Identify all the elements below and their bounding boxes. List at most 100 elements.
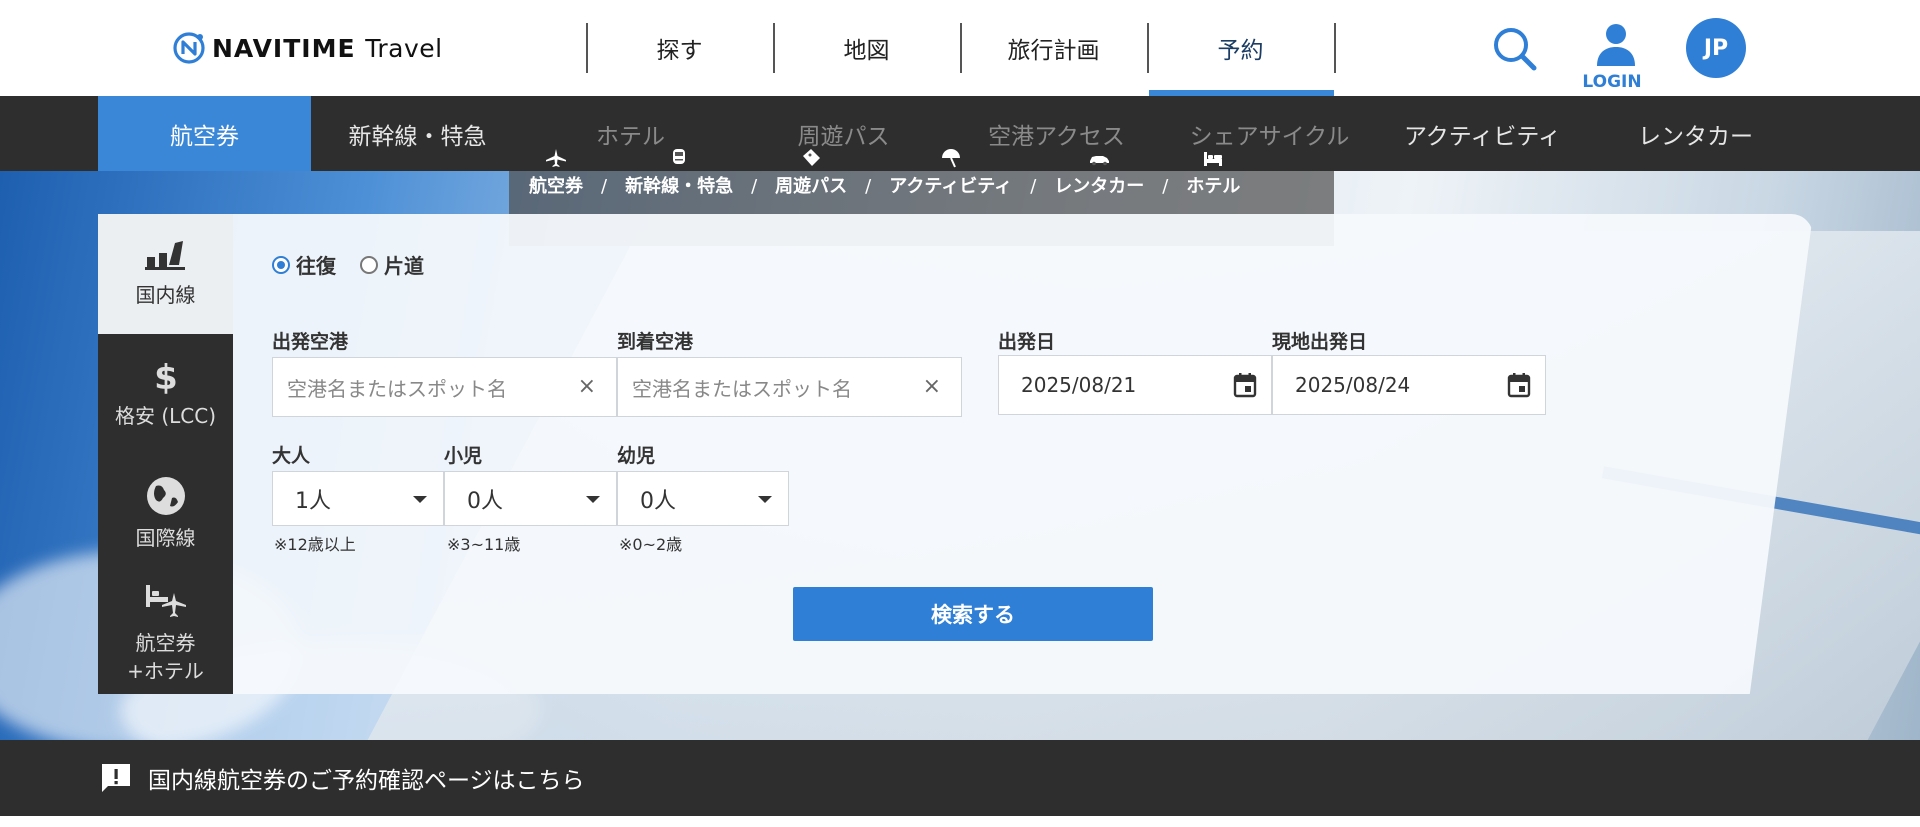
infant-count-select[interactable]: 0人 xyxy=(617,471,789,526)
tab-domestic[interactable]: 国内線 xyxy=(98,214,233,334)
sub-nav-item-activity[interactable]: アクティビティ xyxy=(1376,96,1589,171)
language-button[interactable]: JP xyxy=(1686,18,1746,78)
dropdown-separator: / xyxy=(1030,176,1037,197)
departure-date-value: 2025/08/21 xyxy=(1021,373,1137,397)
bed-icon xyxy=(1204,152,1223,166)
airplane-icon xyxy=(546,149,566,167)
return-date-input[interactable]: 2025/08/24 xyxy=(1272,355,1546,415)
flight-hotel-icon xyxy=(145,585,186,617)
nav-item-label: 地図 xyxy=(843,38,890,64)
nav-item-trip-plan[interactable]: 旅行計画 xyxy=(960,0,1147,96)
chevron-down-icon xyxy=(413,496,427,503)
user-icon xyxy=(1597,24,1635,66)
dropdown-link-activity[interactable]: アクティビティ xyxy=(889,148,1012,198)
departure-airport-placeholder: 空港名またはスポット名 xyxy=(287,376,507,401)
chevron-down-icon xyxy=(586,496,600,503)
login-button[interactable]: LOGIN xyxy=(1582,22,1642,94)
calendar-icon xyxy=(1507,373,1531,398)
logo-suffix-text: Travel xyxy=(365,33,443,63)
site-logo[interactable]: NAVITIME Travel xyxy=(172,30,443,66)
radio-one-way[interactable]: 片道 xyxy=(360,250,424,279)
departure-date-label: 出発日 xyxy=(998,331,1056,353)
domestic-flight-icon xyxy=(144,241,185,270)
dropdown-link-label: アクティビティ xyxy=(889,176,1013,197)
main-nav: 探す 地図 旅行計画 予約 xyxy=(586,0,1336,96)
navitime-logo-icon xyxy=(173,32,205,64)
svg-text:$: $ xyxy=(154,358,178,394)
sub-nav-item-rent-a-car[interactable]: レンタカー xyxy=(1589,96,1802,171)
child-age-note: ※3~11歳 xyxy=(447,535,521,554)
notice-icon xyxy=(102,764,130,792)
dropdown-separator: / xyxy=(1162,176,1169,197)
dropdown-link-label: ホテル xyxy=(1186,176,1241,197)
nav-item-map[interactable]: 地図 xyxy=(773,0,960,96)
nav-item-label: 予約 xyxy=(1217,38,1264,64)
departure-airport-label: 出発空港 xyxy=(272,331,349,353)
train-icon xyxy=(673,149,686,164)
parasol-icon xyxy=(941,149,960,168)
tab-label: 国際線 xyxy=(135,526,196,550)
arrival-airport-placeholder: 空港名またはスポット名 xyxy=(632,376,852,401)
language-label: JP xyxy=(1703,35,1729,61)
radio-label: 片道 xyxy=(384,254,424,278)
search-button[interactable] xyxy=(1490,24,1540,74)
return-date-value: 2025/08/24 xyxy=(1295,373,1411,397)
tab-label: 格安 (LCC) xyxy=(114,404,217,428)
dollar-icon: $ xyxy=(154,358,178,394)
dropdown-link-shinkansen[interactable]: 新幹線・特急 xyxy=(625,148,733,198)
search-icon xyxy=(1494,28,1537,71)
adult-label: 大人 xyxy=(272,445,311,467)
sub-nav-item-flights[interactable]: 航空券 xyxy=(98,96,311,171)
dropdown-link-label: 周遊パス xyxy=(775,176,848,197)
return-date-label: 現地出発日 xyxy=(1272,331,1368,353)
calendar-icon xyxy=(1233,373,1257,398)
adult-count-value: 1人 xyxy=(295,488,331,514)
radio-indicator xyxy=(272,255,290,274)
clear-arrival-button[interactable]: × xyxy=(923,374,941,399)
departure-date-input[interactable]: 2025/08/21 xyxy=(998,355,1272,415)
reservation-dropdown-links: 航空券 / 新幹線・特急 / 周遊パス / アクティビティ / レンタカー / … xyxy=(529,148,1240,198)
dropdown-link-rent-a-car[interactable]: レンタカー xyxy=(1054,148,1144,198)
search-submit-button[interactable]: 検索する xyxy=(793,587,1153,641)
departure-airport-input[interactable]: 空港名またはスポット名 × xyxy=(272,357,617,417)
dropdown-link-label: 航空券 xyxy=(529,176,583,197)
reservation-confirmation-link[interactable]: 国内線航空券のご予約確認ページはこちら xyxy=(148,761,585,795)
nav-item-label: 探す xyxy=(656,38,703,64)
tab-flight-hotel[interactable]: 航空券 +ホテル xyxy=(98,574,233,694)
trip-type-selector: 往復 片道 xyxy=(272,250,424,279)
adult-age-note: ※12歳以上 xyxy=(274,535,356,554)
nav-item-label: 旅行計画 xyxy=(1007,38,1100,64)
clear-departure-button[interactable]: × xyxy=(578,374,596,399)
site-header: NAVITIME Travel 探す 地図 旅行計画 予約 LOGIN JP xyxy=(0,0,1920,96)
child-label: 小児 xyxy=(444,445,483,467)
tab-international[interactable]: 国際線 xyxy=(98,454,233,574)
dropdown-link-excursion-pass[interactable]: 周遊パス xyxy=(775,148,847,198)
adult-count-select[interactable]: 1人 xyxy=(272,471,444,526)
dropdown-link-hotel[interactable]: ホテル xyxy=(1186,148,1240,198)
radio-label: 往復 xyxy=(296,254,336,278)
nav-item-explore[interactable]: 探す xyxy=(586,0,773,96)
nav-item-reservation[interactable]: 予約 xyxy=(1147,0,1336,96)
dropdown-separator: / xyxy=(751,176,758,197)
search-submit-label: 検索する xyxy=(931,603,1015,627)
tab-lcc[interactable]: $ 格安 (LCC) xyxy=(98,334,233,454)
dropdown-link-label: レンタカー xyxy=(1054,176,1145,197)
tab-label-line1: 航空券 xyxy=(135,631,196,655)
infant-label: 幼児 xyxy=(617,445,656,467)
dropdown-separator: / xyxy=(601,176,608,197)
child-count-select[interactable]: 0人 xyxy=(444,471,617,526)
radio-indicator xyxy=(360,255,378,274)
dropdown-separator: / xyxy=(865,176,872,197)
dropdown-link-flights[interactable]: 航空券 xyxy=(529,148,583,198)
arrival-airport-input[interactable]: 空港名またはスポット名 × xyxy=(617,357,962,417)
logo-brand-text: NAVITIME xyxy=(212,33,356,63)
child-count-value: 0人 xyxy=(467,488,503,514)
sub-nav-item-shinkansen[interactable]: 新幹線・特急 xyxy=(311,96,524,171)
radio-round-trip[interactable]: 往復 xyxy=(272,250,336,279)
login-label: LOGIN xyxy=(1582,72,1642,92)
dropdown-link-label: 新幹線・特急 xyxy=(625,176,734,197)
ticket-icon xyxy=(803,149,821,166)
globe-icon xyxy=(146,477,185,515)
infant-count-value: 0人 xyxy=(640,488,676,514)
tab-label: 国内線 xyxy=(135,283,196,307)
